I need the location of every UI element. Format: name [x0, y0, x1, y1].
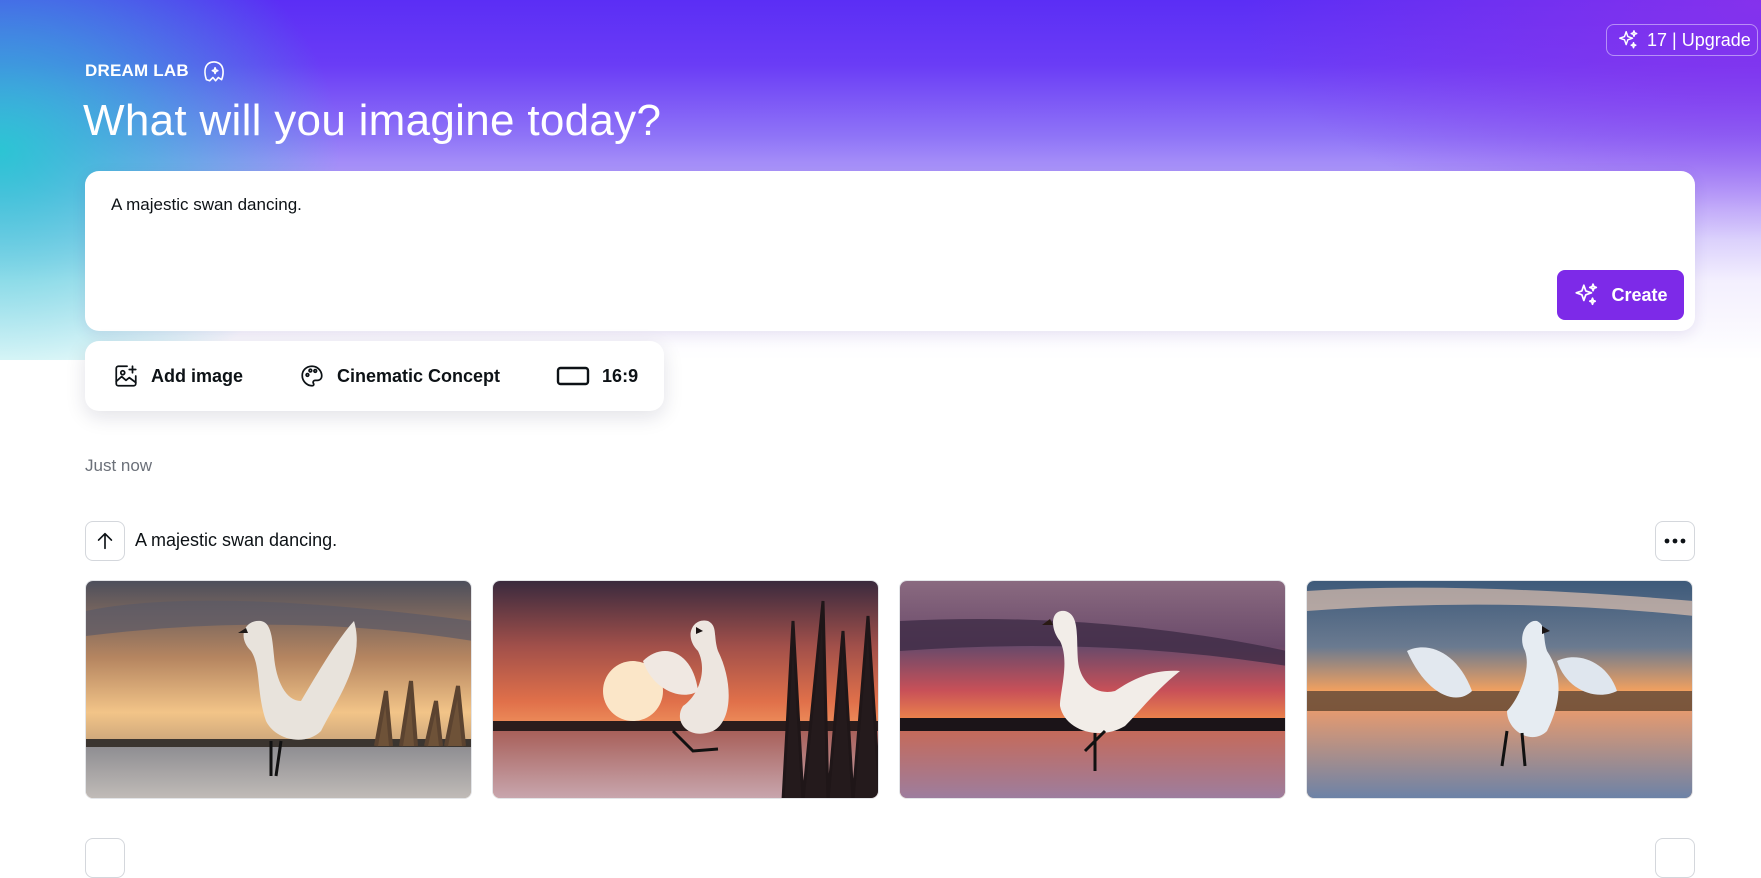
- image-add-icon: [115, 365, 137, 387]
- swan-image-1[interactable]: [85, 580, 472, 799]
- swan-image-4[interactable]: [1306, 580, 1693, 799]
- reuse-prompt-button-partial[interactable]: [85, 838, 125, 878]
- image-grid: [85, 580, 1695, 800]
- more-horizontal-icon: [1664, 538, 1686, 544]
- reuse-prompt-button[interactable]: [85, 521, 125, 561]
- more-options-button[interactable]: [1655, 521, 1695, 561]
- rectangle-icon: [556, 366, 590, 386]
- aspect-ratio-label: 16:9: [602, 365, 639, 386]
- aspect-ratio-button[interactable]: 16:9: [528, 341, 666, 411]
- prompt-input[interactable]: A majestic swan dancing.: [111, 195, 302, 215]
- prompt-box: A majestic swan dancing. Create: [85, 171, 1695, 331]
- swan-image-2[interactable]: [492, 580, 879, 799]
- style-label: Cinematic Concept: [337, 365, 501, 386]
- swan-image-3[interactable]: [899, 580, 1286, 799]
- create-button[interactable]: Create: [1557, 270, 1684, 320]
- result-prompt: A majestic swan dancing.: [135, 530, 338, 550]
- upgrade-label: 17 | Upgrade: [1647, 29, 1751, 50]
- dream-lab-icon: [203, 61, 224, 82]
- arrow-up-icon: [97, 532, 113, 550]
- palette-icon: [301, 365, 323, 387]
- sparkle-icon: [1575, 283, 1598, 306]
- page-title: What will you imagine today?: [83, 96, 662, 145]
- sparkle-icon: [1619, 30, 1638, 49]
- result-header: A majestic swan dancing.: [85, 521, 1695, 561]
- more-options-button-partial[interactable]: [1655, 838, 1695, 878]
- add-image-button[interactable]: Add image: [85, 341, 271, 411]
- upgrade-button[interactable]: 17 | Upgrade: [1606, 24, 1758, 56]
- create-label: Create: [1611, 284, 1668, 305]
- options-bar: Add image Cinematic Concept 16:9: [85, 341, 664, 411]
- add-image-label: Add image: [151, 365, 244, 386]
- brand: DREAM LAB: [85, 58, 227, 84]
- style-button[interactable]: Cinematic Concept: [271, 341, 528, 411]
- brand-label: DREAM LAB: [85, 61, 189, 80]
- timestamp: Just now: [85, 456, 153, 475]
